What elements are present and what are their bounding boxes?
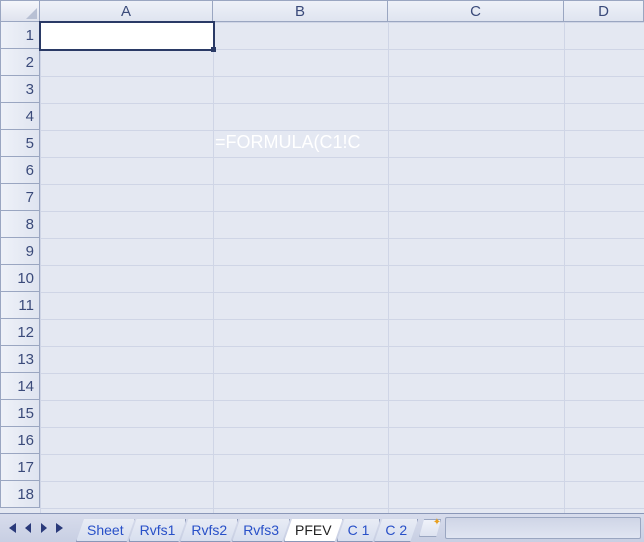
column-header-A[interactable]: A [40,0,213,22]
sheet-tab-bar: SheetRvfs1Rvfs2Rvfs3PFEVC 1C 2 ✦ [0,513,644,542]
select-all-corner[interactable] [0,0,40,22]
sparkle-icon: ✦ [433,517,441,528]
row-header-8[interactable]: 8 [0,211,40,238]
row-header-6[interactable]: 6 [0,157,40,184]
column-header-D[interactable]: D [564,0,644,22]
row-header-18[interactable]: 18 [0,481,40,508]
row-header-2[interactable]: 2 [0,49,40,76]
row-header-1[interactable]: 1 [0,22,40,49]
nav-next-icon[interactable] [36,519,52,537]
row-header-14[interactable]: 14 [0,373,40,400]
tab-nav-buttons [0,514,72,542]
row-header-16[interactable]: 16 [0,427,40,454]
row-header-9[interactable]: 9 [0,238,40,265]
row-header-3[interactable]: 3 [0,76,40,103]
row-header-13[interactable]: 13 [0,346,40,373]
row-header-4[interactable]: 4 [0,103,40,130]
nav-first-icon[interactable] [4,519,20,537]
nav-prev-icon[interactable] [20,519,36,537]
column-headers: ABCD [0,0,644,22]
spreadsheet-area: ABCD 123456789101112131415161718 =FORMUL… [0,0,644,514]
sheet-tab-C2[interactable]: C 2 [374,519,418,542]
row-header-15[interactable]: 15 [0,400,40,427]
cell-b5-text: =FORMULA(C1!C [215,132,361,153]
row-header-12[interactable]: 12 [0,319,40,346]
new-sheet-button[interactable]: ✦ [418,518,442,538]
cell-grid[interactable]: =FORMULA(C1!C [40,22,644,514]
sheet-tab-Rvfs3[interactable]: Rvfs3 [232,519,290,542]
column-header-C[interactable]: C [388,0,564,22]
row-header-11[interactable]: 11 [0,292,40,319]
nav-last-icon[interactable] [52,519,68,537]
active-cell[interactable] [39,21,215,51]
sheet-tabs: SheetRvfs1Rvfs2Rvfs3PFEVC 1C 2 [76,514,412,542]
row-header-5[interactable]: 5 [0,130,40,157]
row-headers: 123456789101112131415161718 [0,22,40,508]
row-header-17[interactable]: 17 [0,454,40,481]
sheet-tab-Sheet[interactable]: Sheet [76,519,135,542]
sheet-tab-C1[interactable]: C 1 [337,519,381,542]
sheet-tab-PFEV[interactable]: PFEV [284,519,343,542]
row-header-7[interactable]: 7 [0,184,40,211]
row-header-10[interactable]: 10 [0,265,40,292]
sheet-tab-Rvfs1[interactable]: Rvfs1 [129,519,187,542]
column-header-B[interactable]: B [213,0,388,22]
sheet-tab-Rvfs2[interactable]: Rvfs2 [180,519,238,542]
horizontal-scrollbar[interactable] [445,517,641,539]
